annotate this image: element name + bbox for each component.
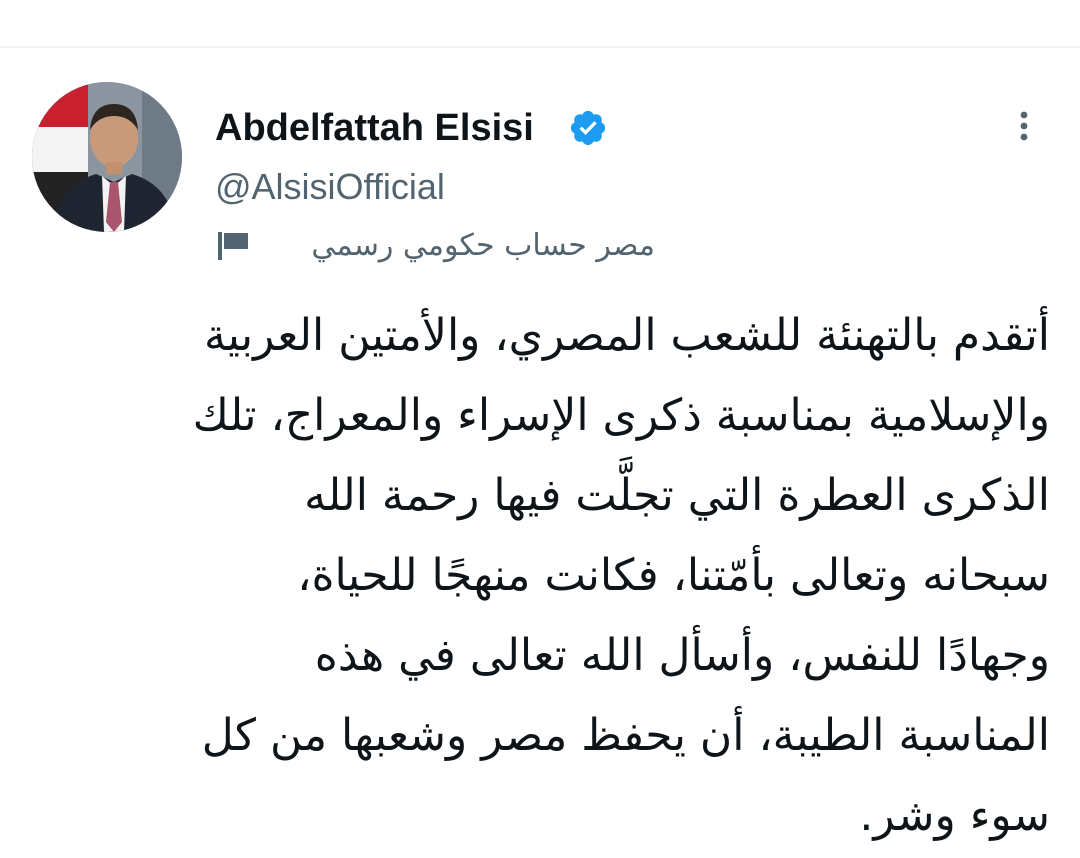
author-display-name[interactable]: Abdelfattah Elsisi (215, 104, 534, 152)
top-divider (0, 46, 1080, 48)
government-account-label[interactable]: مصر حساب حكومي رسمي (215, 224, 655, 268)
tweet-body-text: أتقدم بالتهنئة للشعب المصري، والأمتين ال… (192, 310, 1050, 841)
more-vertical-icon[interactable] (1004, 106, 1044, 146)
flag-icon (218, 232, 248, 260)
verified-badge-icon (570, 110, 606, 146)
author-avatar[interactable] (32, 82, 182, 232)
government-account-label-text: مصر حساب حكومي رسمي (311, 228, 655, 263)
author-handle[interactable]: @AlsisiOfficial (215, 164, 445, 210)
avatar-photo-icon (32, 82, 182, 232)
